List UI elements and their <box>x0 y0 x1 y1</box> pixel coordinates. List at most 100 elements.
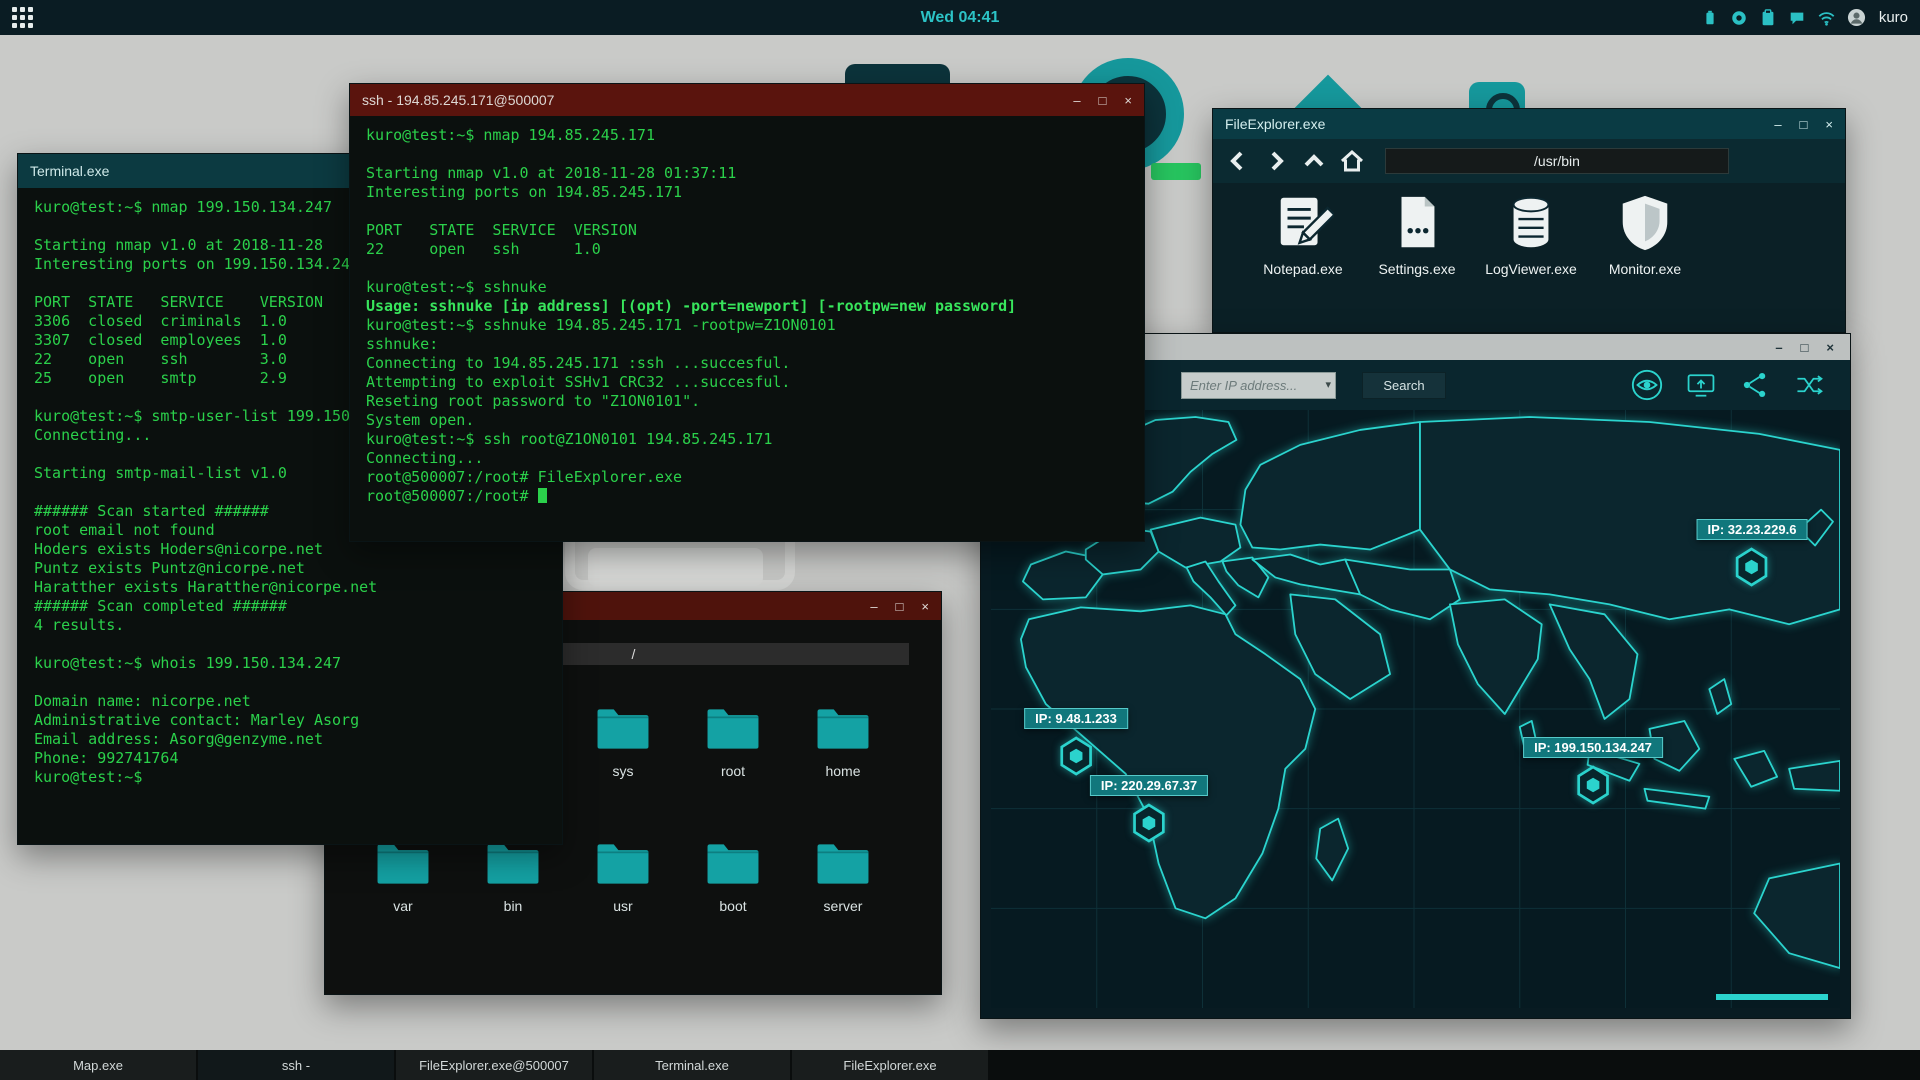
folder-item-usr[interactable]: usr <box>568 817 678 952</box>
status-ring-icon <box>1732 10 1746 25</box>
maximize-button[interactable]: □ <box>896 600 904 613</box>
folder-label: server <box>823 898 863 914</box>
notepad-icon <box>1280 197 1334 246</box>
close-button[interactable]: × <box>921 600 929 613</box>
shuffle-button[interactable] <box>1790 368 1828 402</box>
app-launcher-icon[interactable] <box>12 7 33 28</box>
clipboard-icon <box>1762 8 1774 25</box>
file-item-monitor[interactable]: Monitor.exe <box>1599 191 1691 277</box>
folder-item-home[interactable]: home <box>788 682 898 817</box>
ssh-titlebar[interactable]: ssh - 194.85.245.171@500007 – □ × <box>350 84 1144 116</box>
wifi-icon <box>1818 11 1835 26</box>
terminal-line: System open. <box>366 411 475 429</box>
terminal-line: sshnuke: <box>366 335 439 353</box>
ip-address-label: IP: 9.48.1.233 <box>1024 708 1128 729</box>
minimize-button[interactable]: – <box>1775 341 1782 354</box>
terminal-line: Haratther exists Haratther@nicorpe.net <box>34 578 378 596</box>
window-title: Terminal.exe <box>30 163 110 179</box>
terminal-line: Reseting root password to "Z1ON0101". <box>366 392 701 410</box>
terminal-line: PORT STATE SERVICE VERSION <box>366 221 637 239</box>
wallpaper-keyboard-illustration <box>588 548 763 586</box>
file-item-logviewer[interactable]: LogViewer.exe <box>1485 191 1577 277</box>
taskbar-item-fileexplorer-exe-500007[interactable]: FileExplorer.exe@500007 <box>396 1050 592 1080</box>
file-item-label: Notepad.exe <box>1263 261 1343 277</box>
folder-item-root[interactable]: root <box>678 682 788 817</box>
maximize-button[interactable]: □ <box>1801 341 1809 354</box>
node-hexagon-icon[interactable] <box>1058 736 1094 776</box>
input-dropdown-caret-icon[interactable]: ▾ <box>1325 378 1331 391</box>
file-explorer-titlebar[interactable]: FileExplorer.exe – □ × <box>1213 109 1845 139</box>
back-button[interactable] <box>1223 146 1253 176</box>
eye-icon <box>1631 369 1663 401</box>
folder-label: home <box>825 763 861 779</box>
terminal-line: 22 open ssh 1.0 <box>366 240 601 258</box>
terminal-line: Email address: Asorg@genzyme.net <box>34 730 323 748</box>
ssh-terminal-output[interactable]: kuro@test:~$ nmap 194.85.245.171 Startin… <box>350 116 1144 543</box>
ip-address-input[interactable] <box>1181 371 1336 399</box>
forward-button[interactable] <box>1261 146 1291 176</box>
taskbar-item-fileexplorer-exe[interactable]: FileExplorer.exe <box>792 1050 988 1080</box>
map-accent-bar <box>1716 994 1828 1000</box>
minimize-button[interactable]: – <box>1073 94 1080 107</box>
terminal-cursor <box>537 488 547 503</box>
file-item-label: Settings.exe <box>1378 261 1456 277</box>
username-label[interactable]: kuro <box>1879 9 1908 26</box>
explorer-file-list: Notepad.exe Settings.exe LogViewer.exe M… <box>1213 191 1845 277</box>
node-hexagon-icon[interactable] <box>1734 547 1770 587</box>
home-icon <box>1340 149 1364 172</box>
share-nodes-button[interactable] <box>1736 368 1774 402</box>
folder-item-server[interactable]: server <box>788 817 898 952</box>
folder-icon <box>817 709 869 749</box>
home-button[interactable] <box>1337 146 1367 176</box>
file-item-settings[interactable]: Settings.exe <box>1371 191 1463 277</box>
up-button[interactable] <box>1299 146 1329 176</box>
file-item-label: Monitor.exe <box>1608 261 1682 277</box>
folder-item-sys[interactable]: sys <box>568 682 678 817</box>
shuffle-icon <box>1797 375 1823 395</box>
terminal-line: kuro@test:~$ sshnuke 194.85.245.171 -roo… <box>366 316 836 334</box>
folder-icon <box>597 709 649 749</box>
node-hexagon-icon[interactable] <box>1575 765 1611 805</box>
terminal-line: Connecting... <box>366 449 484 467</box>
battery-icon <box>1706 10 1714 24</box>
user-avatar-icon[interactable] <box>1847 8 1866 27</box>
close-button[interactable]: × <box>1826 341 1834 354</box>
map-node-marker[interactable]: IP: 199.150.134.247 <box>1523 737 1663 805</box>
minimize-button[interactable]: – <box>870 600 877 613</box>
map-node-marker[interactable]: IP: 9.48.1.233 <box>1024 708 1128 776</box>
close-button[interactable]: × <box>1825 118 1833 131</box>
taskbar-item-ssh[interactable]: ssh - <box>198 1050 394 1080</box>
folder-item-boot[interactable]: boot <box>678 817 788 952</box>
folder-icon <box>597 844 649 884</box>
address-path-field[interactable]: /usr/bin <box>1385 148 1729 174</box>
terminal-line: kuro@test:~$ sshnuke <box>366 278 547 296</box>
file-item-label: LogViewer.exe <box>1485 261 1577 277</box>
minimize-button[interactable]: – <box>1774 118 1781 131</box>
node-hexagon-icon[interactable] <box>1131 803 1167 843</box>
close-button[interactable]: × <box>1124 94 1132 107</box>
maximize-button[interactable]: □ <box>1099 94 1107 107</box>
terminal-line: Domain name: nicorpe.net <box>34 692 251 710</box>
terminal-line: Connecting to 194.85.245.171 :ssh ...suc… <box>366 354 791 372</box>
file-item-notepad[interactable]: Notepad.exe <box>1257 191 1349 277</box>
folder-icon <box>487 844 539 884</box>
chat-icon[interactable] <box>1788 9 1806 27</box>
wallpaper-green-bar-decoration <box>1151 163 1201 180</box>
visibility-button[interactable] <box>1628 368 1666 402</box>
map-node-marker[interactable]: IP: 32.23.229.6 <box>1696 519 1808 587</box>
taskbar: Map.exe ssh - FileExplorer.exe@500007 Termi… <box>0 1050 1920 1080</box>
taskbar-item-map-exe[interactable]: Map.exe <box>0 1050 196 1080</box>
search-button[interactable]: Search <box>1362 371 1446 399</box>
window-title: ssh - 194.85.245.171@500007 <box>362 92 555 108</box>
ssh-window: ssh - 194.85.245.171@500007 – □ × kuro@t… <box>349 83 1145 542</box>
taskbar-item-terminal-exe[interactable]: Terminal.exe <box>594 1050 790 1080</box>
ip-address-label: IP: 32.23.229.6 <box>1696 519 1808 540</box>
file-explorer-window-usrbin: FileExplorer.exe – □ × /usr/bin Notepad.… <box>1212 108 1846 333</box>
map-node-marker[interactable]: IP: 220.29.67.37 <box>1089 775 1209 843</box>
screen-share-button[interactable] <box>1682 368 1720 402</box>
maximize-button[interactable]: □ <box>1800 118 1808 131</box>
terminal-line: kuro@test:~$ whois 199.150.134.247 <box>34 654 342 672</box>
folder-label: root <box>720 763 746 779</box>
